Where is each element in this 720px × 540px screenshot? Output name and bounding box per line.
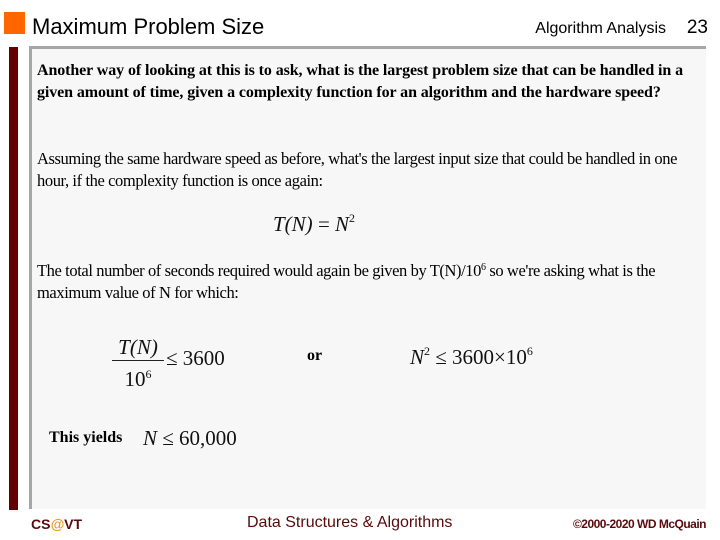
inequality-2-rhs: ≤ 3600×10: [430, 345, 527, 369]
inequality-2-lhs: N: [410, 345, 425, 369]
denominator-base: 10: [124, 367, 146, 391]
equation-op: =: [312, 212, 336, 236]
result-var: N: [143, 426, 158, 450]
time-fraction: T(N) 106: [112, 335, 164, 392]
footer-copyright: ©2000-2020 WD McQuain: [572, 517, 707, 531]
footer-cs: CS: [31, 516, 51, 532]
seconds-paragraph: The total number of seconds required wou…: [37, 260, 697, 304]
complexity-equation: T(N) = N2: [273, 211, 355, 237]
slide-number: 23: [686, 17, 708, 38]
intro-paragraph: Another way of looking at this is to ask…: [37, 62, 683, 101]
inequality-2: N2 ≤ 3600×106: [410, 344, 533, 370]
section-label: Algorithm Analysis: [535, 20, 666, 37]
title-accent-square: [4, 12, 25, 34]
footer-at: @: [50, 516, 65, 532]
or-label: or: [307, 347, 323, 364]
inequality-1-rhs: ≤ 3600: [166, 346, 225, 370]
seconds-text-pre: The total number of seconds required wou…: [37, 261, 481, 280]
footer-cs-vt: CS@VT: [31, 516, 82, 532]
fraction-denominator: 106: [112, 361, 164, 392]
equation-lhs: T(N): [273, 212, 313, 236]
footer-course-title: Data Structures & Algorithms: [247, 514, 453, 531]
fraction-numerator: T(N): [112, 335, 164, 361]
footer-vt: VT: [64, 516, 82, 532]
equation-rhs-exp: 2: [349, 211, 356, 225]
assumption-paragraph: Assuming the same hardware speed as befo…: [37, 149, 678, 190]
left-accent-bar: [9, 47, 18, 510]
denominator-exp: 6: [145, 367, 152, 381]
inequality-2-rhs-exp: 6: [526, 344, 533, 358]
slide-title: Maximum Problem Size: [32, 14, 265, 39]
equation-rhs-base: N: [335, 212, 350, 236]
yields-label: This yields: [49, 429, 123, 446]
result-inequality: N ≤ 60,000: [143, 426, 237, 451]
result-rhs: ≤ 60,000: [157, 426, 237, 450]
